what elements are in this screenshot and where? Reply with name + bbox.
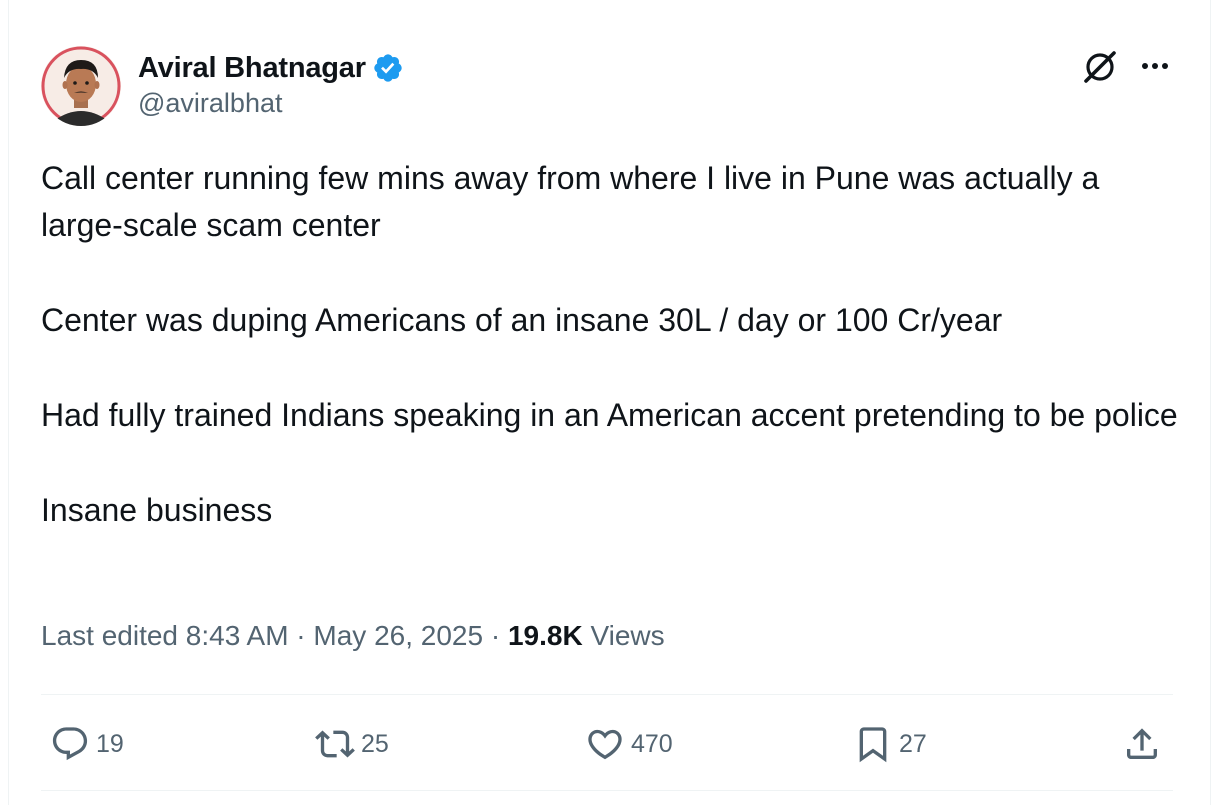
reply-count: 19 [96, 729, 124, 758]
tweet-paragraph: Had fully trained Indians speaking in an… [41, 397, 1178, 433]
bookmark-icon[interactable] [853, 724, 893, 764]
like-count: 470 [631, 729, 673, 758]
grok-icon[interactable] [1081, 48, 1119, 86]
views-label: Views [590, 620, 665, 651]
author-handle[interactable]: @aviralbhat [138, 88, 282, 119]
share-icon[interactable] [1122, 724, 1162, 764]
card-border-right [1210, 0, 1211, 805]
tweet-paragraph: Call center running few mins away from w… [41, 160, 1100, 243]
author-name-row[interactable]: Aviral Bhatnagar [138, 48, 404, 88]
verified-badge-icon[interactable] [372, 52, 404, 84]
tweet-date[interactable]: May 26, 2025 [313, 620, 483, 651]
author-display-name[interactable]: Aviral Bhatnagar [138, 52, 366, 85]
avatar[interactable] [41, 46, 121, 126]
tweet-meta: Last edited 8:43 AM · May 26, 2025 · 19.… [41, 620, 665, 652]
more-icon[interactable] [1137, 52, 1173, 80]
bookmark-button[interactable]: 27 [853, 722, 927, 766]
meta-separator: · [296, 620, 306, 651]
card-border-left [8, 0, 9, 805]
divider [41, 694, 1173, 695]
bookmark-count: 27 [899, 729, 927, 758]
like-button[interactable]: 470 [585, 722, 673, 766]
retweet-icon[interactable] [315, 724, 355, 764]
divider [41, 790, 1173, 791]
tweet-text: Call center running few mins away from w… [41, 155, 1181, 534]
reply-button[interactable]: 19 [50, 722, 124, 766]
edited-label[interactable]: Last edited [41, 620, 178, 651]
retweet-button[interactable]: 25 [315, 722, 389, 766]
tweet-paragraph: Center was duping Americans of an insane… [41, 302, 1003, 338]
share-button[interactable] [1122, 722, 1162, 766]
reply-icon[interactable] [50, 724, 90, 764]
retweet-count: 25 [361, 729, 389, 758]
heart-icon[interactable] [585, 724, 625, 764]
tweet-paragraph: Insane business [41, 492, 273, 528]
tweet-time[interactable]: 8:43 AM [186, 620, 289, 651]
views-count: 19.8K [507, 620, 583, 651]
meta-separator: · [490, 620, 501, 651]
